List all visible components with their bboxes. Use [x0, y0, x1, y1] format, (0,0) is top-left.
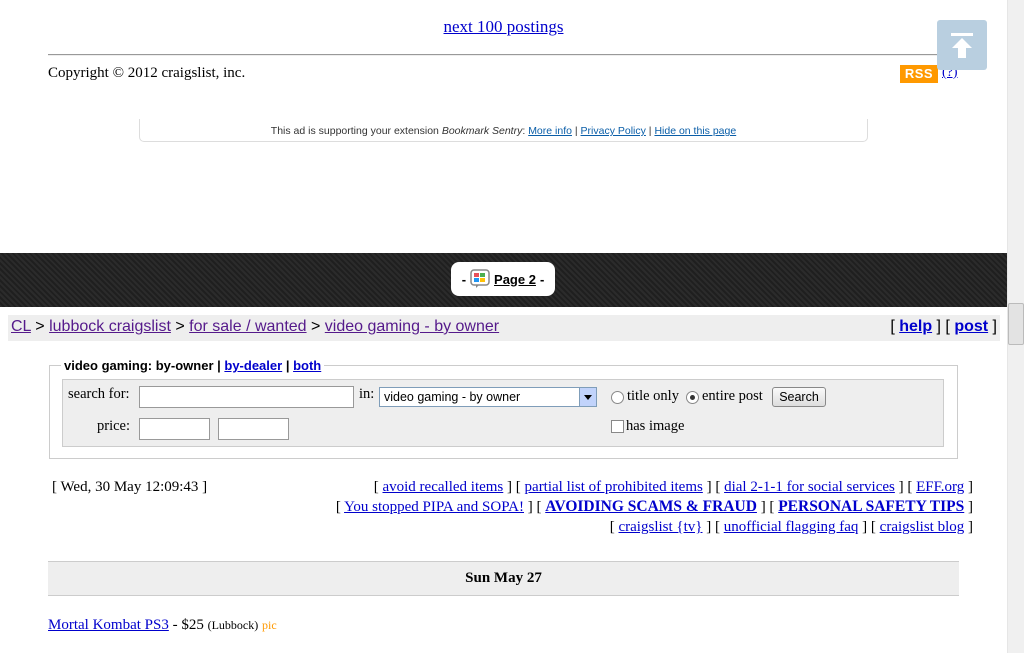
divider: [48, 54, 959, 56]
page-marker[interactable]: - Page 2 -: [451, 262, 555, 296]
rss-button[interactable]: RSS: [900, 65, 938, 83]
breadcrumb-sep: >: [30, 318, 50, 335]
craigslist-blog-link[interactable]: craigslist blog: [880, 519, 965, 535]
avoiding-scams-link[interactable]: AVOIDING SCAMS & FRAUD: [545, 498, 757, 515]
has-image-checkbox[interactable]: [611, 420, 624, 433]
both-link[interactable]: both: [293, 358, 321, 373]
extension-ad-bar: This ad is supporting your extension Boo…: [139, 119, 868, 142]
help-link[interactable]: help: [899, 318, 932, 335]
hide-on-this-page-link[interactable]: Hide on this page: [654, 125, 736, 137]
posting-price: - $25: [168, 617, 208, 633]
more-info-link[interactable]: More info: [528, 125, 572, 137]
breadcrumb-section-link[interactable]: for sale / wanted: [189, 318, 306, 335]
pager: next 100 postings: [0, 17, 1007, 37]
breadcrumb-sep: >: [170, 318, 190, 335]
ad-text: This ad is supporting your extension: [270, 125, 442, 137]
title-only-label: title only: [627, 388, 679, 404]
craigslist-tv-link[interactable]: craigslist {tv}: [619, 519, 703, 535]
dash: -: [461, 271, 467, 287]
copyright-text: Copyright © 2012 craigslist, inc.: [48, 65, 246, 81]
entire-post-label: entire post: [702, 388, 763, 404]
page-marker-label: Page 2: [494, 271, 536, 287]
legend-current: video gaming: by-owner: [64, 358, 214, 373]
category-select[interactable]: video gaming - by owner: [379, 387, 597, 407]
max-price-input[interactable]: [218, 418, 289, 440]
eff-link[interactable]: EFF.org: [916, 479, 964, 495]
dial-211-link[interactable]: dial 2-1-1 for social services: [724, 479, 895, 495]
has-image-label: has image: [626, 418, 685, 434]
breadcrumb: CL > lubbock craigslist > for sale / wan…: [11, 318, 499, 336]
pipa-sopa-link[interactable]: You stopped PIPA and SOPA!: [344, 499, 524, 515]
list-item: Mortal Kombat PS3 - $25 (Lubbock) pic: [48, 617, 277, 634]
search-for-label: search for:: [68, 386, 130, 402]
chevron-down-icon: [579, 388, 596, 406]
breadcrumb-cl-link[interactable]: CL: [11, 318, 31, 335]
scroll-to-top-button[interactable]: [937, 20, 987, 70]
posting-title-link[interactable]: Mortal Kombat PS3: [48, 617, 169, 633]
next-100-postings-link[interactable]: next 100 postings: [444, 17, 564, 36]
price-label: price:: [97, 418, 131, 434]
day-header: Sun May 27: [48, 561, 959, 596]
search-legend: video gaming: by-owner | by-dealer | bot…: [61, 358, 325, 373]
prohibited-items-link[interactable]: partial list of prohibited items: [525, 479, 703, 495]
flagging-faq-link[interactable]: unofficial flagging faq: [724, 519, 859, 535]
timestamp: [ Wed, 30 May 12:09:43 ]: [52, 479, 208, 495]
scrollbar-thumb[interactable]: [1008, 303, 1024, 345]
chat-bubble-icon: [470, 269, 490, 288]
entire-post-radio[interactable]: [686, 391, 699, 404]
arrow-up-icon: [951, 33, 973, 58]
posting-pic-badge: pic: [262, 618, 277, 632]
search-input[interactable]: [139, 386, 354, 408]
search-button[interactable]: Search: [772, 387, 826, 407]
ad-sep: |: [571, 125, 581, 137]
top-links-row-2: [ You stopped PIPA and SOPA! ] [ AVOIDIN…: [335, 498, 973, 515]
breadcrumb-city-link[interactable]: lubbock craigslist: [49, 318, 171, 335]
breadcrumb-category-link[interactable]: video gaming - by owner: [325, 318, 499, 335]
top-links-row-3: [ craigslist {tv} ] [ unofficial flaggin…: [609, 519, 973, 535]
in-label: in:: [359, 386, 375, 402]
post-link[interactable]: post: [954, 318, 988, 335]
personal-safety-link[interactable]: PERSONAL SAFETY TIPS: [778, 498, 964, 515]
help-post-links: [ help ] [ post ]: [890, 318, 997, 335]
avoid-recalled-link[interactable]: avoid recalled items: [382, 479, 503, 495]
title-only-radio[interactable]: [611, 391, 624, 404]
breadcrumb-sep: >: [306, 318, 325, 335]
top-links-row-1: [ avoid recalled items ] [ partial list …: [373, 479, 973, 495]
ad-extension-name: Bookmark Sentry: [441, 125, 523, 137]
min-price-input[interactable]: [139, 418, 210, 440]
category-select-value: video gaming - by owner: [384, 390, 521, 404]
by-dealer-link[interactable]: by-dealer: [224, 358, 282, 373]
dash: -: [539, 271, 545, 287]
posting-location: (Lubbock): [207, 618, 259, 632]
privacy-policy-link[interactable]: Privacy Policy: [581, 125, 646, 137]
